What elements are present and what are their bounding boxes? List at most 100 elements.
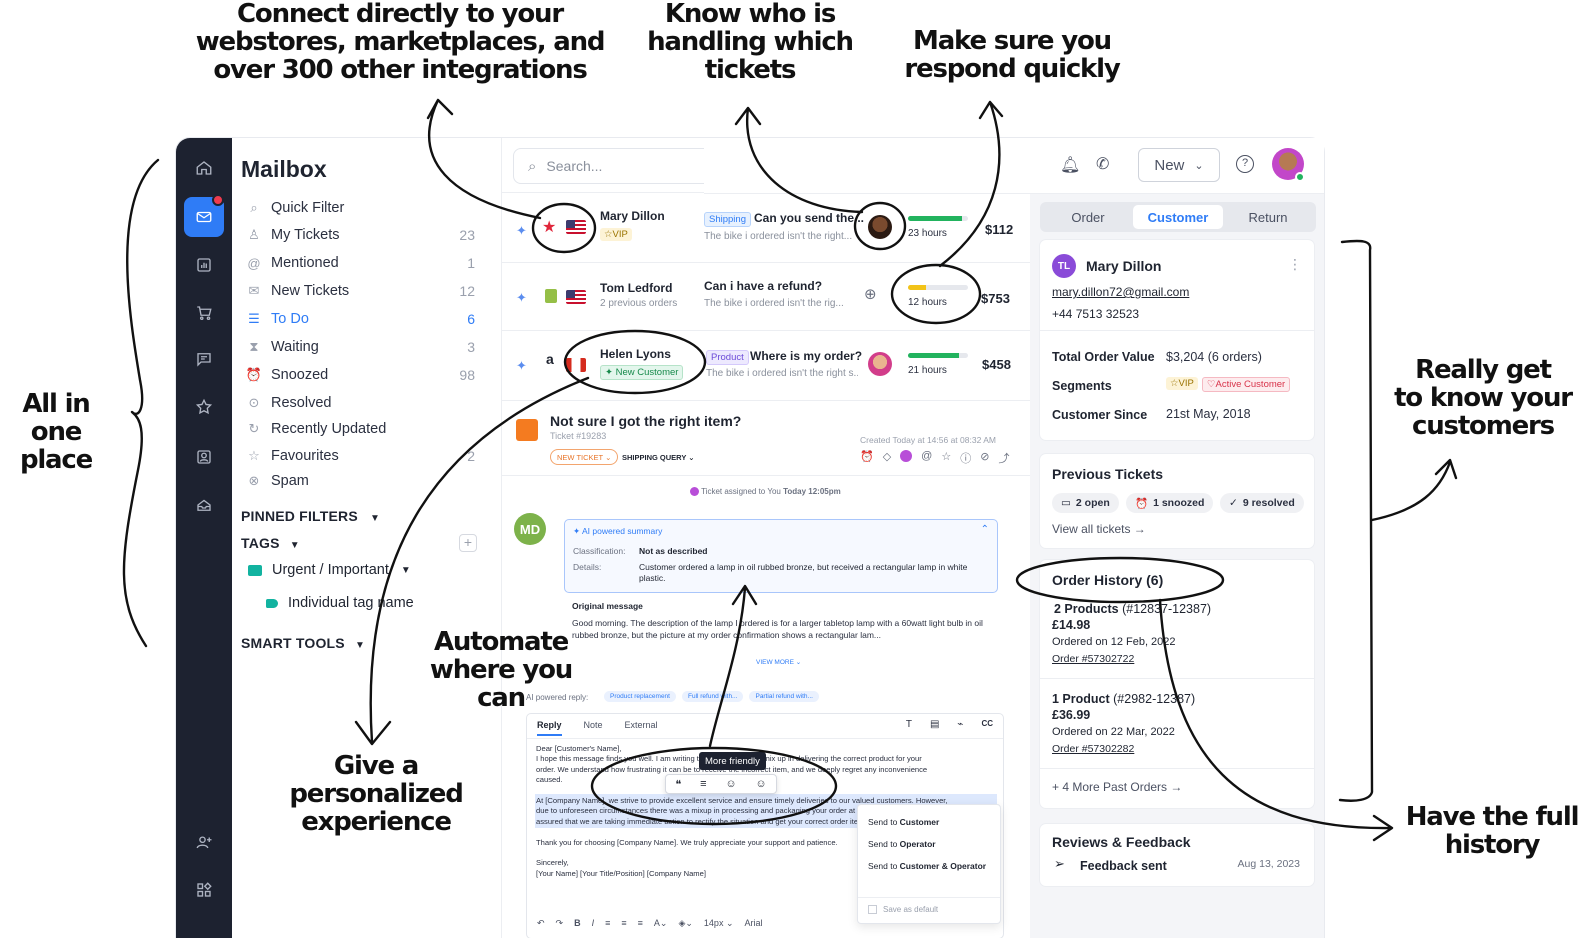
mailbox-item[interactable]: ⏰ Snoozed 98 <box>245 363 475 387</box>
mailbox-item[interactable]: ✉ New Tickets 12 <box>245 279 475 303</box>
undo-icon[interactable]: ↶ <box>537 918 545 929</box>
customer-panel: 🔔︎ ✆ New ⌄ ? Order Customer Return TL Mar… <box>704 138 1324 938</box>
mailbox-item[interactable]: ☆ Favourites 2 <box>245 444 475 468</box>
open-tickets-pill[interactable]: ▭ 2 open <box>1052 493 1119 513</box>
share-icon[interactable]: ⤴ <box>998 450 1009 466</box>
order-link[interactable]: Order #57302282 <box>1052 743 1134 755</box>
mailbox-item[interactable]: ↻ Recently Updated <box>245 417 475 441</box>
ai-reply-chip[interactable]: Partial refund with... <box>749 691 819 702</box>
assign-user-icon[interactable]: ⊕ <box>864 285 877 303</box>
mention-icon[interactable]: @ <box>921 450 932 466</box>
more-options-icon[interactable]: ⋮ <box>1288 256 1302 273</box>
ai-reply-chip[interactable]: Full refund with... <box>681 691 744 702</box>
italic-icon[interactable]: I <box>592 918 595 929</box>
ticket-row[interactable]: ✦ Tom Ledford 2 previous orders Can i ha… <box>502 262 1030 330</box>
quote-icon[interactable]: ❝ <box>675 778 681 791</box>
highlight-icon[interactable]: ◈⌄ <box>678 918 692 929</box>
checkbox-icon <box>868 905 877 914</box>
apps-icon[interactable] <box>184 870 224 910</box>
mailbox-item-label: New Tickets <box>271 283 350 299</box>
help-icon[interactable]: ? <box>1236 155 1254 173</box>
align-right-icon[interactable]: ≡ <box>638 918 643 929</box>
send-option[interactable]: Send to Customer <box>868 817 939 827</box>
mailbox-item[interactable]: ⊙ Resolved <box>245 391 475 415</box>
star-icon[interactable]: ☆ <box>941 450 951 466</box>
mailbox-item[interactable]: ⌕ Quick Filter <box>245 196 475 220</box>
block-icon[interactable]: ⊘ <box>980 450 989 466</box>
pinned-filters-label: PINNED FILTERS <box>241 508 358 524</box>
tab-return[interactable]: Return <box>1223 205 1313 229</box>
document-icon[interactable]: ▤ <box>930 719 939 730</box>
bold-icon[interactable]: B <box>574 918 581 929</box>
tag-item[interactable]: Individual tag name <box>266 595 414 611</box>
ai-reply-chip[interactable]: Product replacement <box>604 691 676 702</box>
status-dropdown[interactable]: NEW TICKET ⌄ <box>550 449 619 465</box>
order-entry[interactable]: 1 Product (#2982-12387) £36.99 Ordered o… <box>1040 688 1314 778</box>
cart-icon[interactable] <box>184 293 224 333</box>
attach-icon[interactable]: ⌁ <box>957 719 963 730</box>
contacts-icon[interactable] <box>184 437 224 477</box>
classification-value: Not as described <box>639 546 708 556</box>
order-link[interactable]: Order #57302722 <box>1052 653 1134 665</box>
cc-icon[interactable]: CC <box>981 719 993 730</box>
friendly-icon[interactable]: ☺ <box>725 778 736 790</box>
new-button[interactable]: New ⌄ <box>1138 148 1220 182</box>
pinned-filters-header[interactable]: PINNED FILTERS ▼ <box>241 508 380 524</box>
view-all-tickets-link[interactable]: View all tickets → <box>1052 522 1146 536</box>
reply-tab[interactable]: Reply <box>537 720 562 736</box>
font-size-select[interactable]: 14px ⌄ <box>704 918 734 929</box>
category-dropdown[interactable]: SHIPPING QUERY ⌄ <box>622 453 695 462</box>
feedback-item[interactable]: Feedback sent <box>1080 859 1167 873</box>
phone-icon[interactable]: ✆ <box>1096 154 1109 174</box>
send-option[interactable]: Send to Operator <box>868 839 936 849</box>
reply-tab[interactable]: Note <box>584 720 603 736</box>
mailbox-item[interactable]: ⧗ Waiting 3 <box>245 335 475 359</box>
align-center-icon[interactable]: ≡ <box>621 918 626 929</box>
reply-tab[interactable]: External <box>625 720 658 736</box>
mailbox-item[interactable]: ☰ To Do 6 <box>245 307 475 331</box>
more-orders-link[interactable]: + 4 More Past Orders → <box>1052 780 1182 794</box>
collapse-icon[interactable]: ⌃ <box>981 524 989 535</box>
add-user-icon[interactable] <box>184 822 224 862</box>
add-tag-button[interactable]: + <box>459 534 477 552</box>
resolved-tickets-pill[interactable]: ✓ 9 resolved <box>1220 493 1304 513</box>
reply-editor[interactable]: Reply Note External T ▤ ⌁ CC Dear [Customer's… <box>526 713 1004 938</box>
text-format-icon[interactable]: T <box>906 719 912 730</box>
tag-item[interactable]: Urgent / Important ▼ <box>248 562 411 578</box>
order-history-card: Order History (6) 2 Products (#12837-123… <box>1040 560 1314 808</box>
assignee-avatar[interactable] <box>900 450 913 462</box>
tab-customer[interactable]: Customer <box>1133 205 1223 229</box>
tag-icon[interactable]: ◇ <box>883 450 891 466</box>
tab-order[interactable]: Order <box>1043 205 1133 229</box>
font-color-icon[interactable]: A⌄ <box>654 918 668 929</box>
save-default-checkbox[interactable]: Save as default <box>868 905 938 914</box>
shorten-icon[interactable]: ≡ <box>700 778 706 790</box>
mailbox-item-count: 6 <box>467 311 475 327</box>
send-option[interactable]: Send to Customer & Operator <box>868 861 986 871</box>
search-icon: ⌕ <box>528 157 537 175</box>
redo-icon[interactable]: ↷ <box>556 918 564 929</box>
mailbox-item[interactable]: @ Mentioned 1 <box>245 251 475 275</box>
ticket-row[interactable]: ✦ ★ Mary Dillon ☆VIP Shipping Can you se… <box>502 192 1030 262</box>
mailbox-item[interactable]: ⊗ Spam <box>245 469 475 493</box>
font-family-select[interactable]: Arial <box>745 918 763 929</box>
bell-icon[interactable]: 🔔︎ <box>1060 155 1080 175</box>
original-message-label: Original message <box>572 601 643 611</box>
mailbox-item[interactable]: ♙ My Tickets 23 <box>245 223 475 247</box>
customer-email[interactable]: mary.dillon72@gmail.com <box>1052 285 1189 299</box>
order-entry[interactable]: 2 Products (#12837-12387) £14.98 Ordered… <box>1040 598 1314 688</box>
inbox-tray-icon[interactable] <box>184 485 224 525</box>
view-more-link[interactable]: VIEW MORE ⌄ <box>756 658 801 666</box>
ticket-row[interactable]: ✦ a Helen Lyons ✦ New Customer Product W… <box>502 330 1030 400</box>
smart-tools-header[interactable]: SMART TOOLS ▼ <box>241 635 365 651</box>
align-left-icon[interactable]: ≡ <box>605 918 610 929</box>
alarm-icon[interactable]: ⏰ <box>860 450 874 466</box>
reports-icon[interactable] <box>184 245 224 285</box>
tags-header[interactable]: TAGS ▼ <box>241 535 300 551</box>
info-icon[interactable]: ⓘ <box>960 450 971 466</box>
snoozed-tickets-pill[interactable]: ⏰ 1 snoozed <box>1126 493 1214 513</box>
chat-icon[interactable] <box>184 339 224 379</box>
home-icon[interactable] <box>184 148 224 188</box>
star-icon[interactable] <box>184 387 224 427</box>
smile-icon[interactable]: ☺ <box>755 778 766 790</box>
